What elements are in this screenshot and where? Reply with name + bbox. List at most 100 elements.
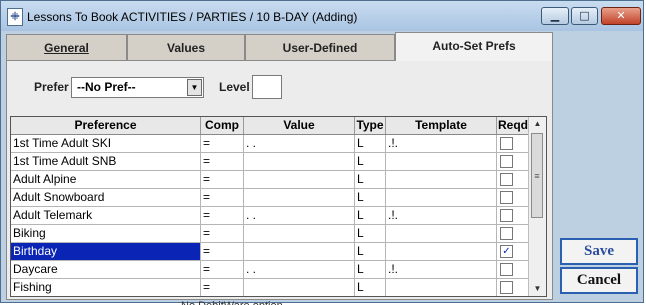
cell-comp[interactable]: = (201, 153, 244, 170)
reqd-checkbox[interactable]: ✓ (500, 245, 513, 258)
column-header-type[interactable]: Type (355, 117, 386, 134)
cell-reqd[interactable] (497, 153, 530, 170)
close-button[interactable]: ✕ (601, 7, 641, 25)
cell-reqd[interactable] (497, 171, 530, 188)
column-header-reqd[interactable]: Reqd (497, 117, 530, 134)
level-label: Level (219, 80, 250, 94)
save-button[interactable]: Save (560, 238, 638, 265)
cell-template[interactable]: .!. (386, 207, 497, 224)
cell-preference[interactable]: Biking (11, 225, 201, 242)
cell-value[interactable]: . . (244, 135, 355, 152)
cell-value[interactable] (244, 171, 355, 188)
cell-comp[interactable]: = (201, 135, 244, 152)
cell-template[interactable] (386, 153, 497, 170)
cell-comp[interactable]: = (201, 261, 244, 278)
column-header-comp[interactable]: Comp (201, 117, 244, 134)
cell-value[interactable] (244, 225, 355, 242)
cell-reqd[interactable] (497, 261, 530, 278)
column-header-template[interactable]: Template (386, 117, 497, 134)
cell-reqd[interactable] (497, 135, 530, 152)
chevron-down-icon[interactable]: ▼ (187, 79, 202, 96)
reqd-checkbox[interactable] (500, 227, 513, 240)
column-header-preference[interactable]: Preference (11, 117, 201, 134)
cell-preference[interactable]: Birthday (11, 243, 201, 260)
cell-type[interactable]: L (355, 189, 386, 206)
cell-preference[interactable]: Daycare (11, 261, 201, 278)
table-row[interactable]: Fishing = L (11, 279, 530, 296)
cell-reqd[interactable] (497, 207, 530, 224)
cell-value[interactable]: . . (244, 207, 355, 224)
table-row[interactable]: Birthday = L ✓ (11, 243, 530, 261)
cell-template[interactable] (386, 225, 497, 242)
grid-scrollbar[interactable]: ▲ ≡ ▼ (528, 117, 546, 296)
tab-values[interactable]: Values (127, 34, 245, 61)
cell-type[interactable]: L (355, 225, 386, 242)
tab-general-label: General (44, 41, 89, 55)
cell-preference[interactable]: Adult Alpine (11, 171, 201, 188)
cell-value[interactable] (244, 279, 355, 296)
table-row[interactable]: Adult Telemark =. . L.!. (11, 207, 530, 225)
cell-comp[interactable]: = (201, 279, 244, 296)
minimize-button[interactable]: ▁ (541, 7, 569, 25)
app-icon: ꔰ (7, 8, 23, 26)
table-row[interactable]: 1st Time Adult SKI =. . L.!. (11, 135, 530, 153)
cancel-button[interactable]: Cancel (560, 267, 638, 294)
cell-comp[interactable]: = (201, 225, 244, 242)
cell-template[interactable] (386, 279, 497, 296)
cell-preference[interactable]: 1st Time Adult SKI (11, 135, 201, 152)
reqd-checkbox[interactable] (500, 155, 513, 168)
cell-type[interactable]: L (355, 261, 386, 278)
cell-reqd[interactable] (497, 225, 530, 242)
cell-template[interactable] (386, 171, 497, 188)
table-row[interactable]: Adult Alpine = L (11, 171, 530, 189)
prefer-dropdown[interactable]: --No Pref-- ▼ (71, 77, 204, 98)
cell-type[interactable]: L (355, 171, 386, 188)
cell-type[interactable]: L (355, 243, 386, 260)
cell-reqd[interactable]: ✓ (497, 243, 530, 260)
cell-template[interactable] (386, 189, 497, 206)
reqd-checkbox[interactable] (500, 173, 513, 186)
reqd-checkbox[interactable] (500, 191, 513, 204)
table-row[interactable]: Adult Snowboard = L (11, 189, 530, 207)
table-row[interactable]: 1st Time Adult SNB = L (11, 153, 530, 171)
cell-comp[interactable]: = (201, 171, 244, 188)
scroll-up-arrow-icon[interactable]: ▲ (529, 117, 546, 131)
maximize-button[interactable]: □ (571, 7, 598, 25)
cell-reqd[interactable] (497, 189, 530, 206)
cell-type[interactable]: L (355, 153, 386, 170)
table-row[interactable]: Daycare =. . L.!. (11, 261, 530, 279)
cell-preference[interactable]: Adult Telemark (11, 207, 201, 224)
cell-template[interactable]: .!. (386, 135, 497, 152)
cell-value[interactable] (244, 189, 355, 206)
cell-comp[interactable]: = (201, 207, 244, 224)
tab-general[interactable]: General (6, 34, 127, 61)
cell-type[interactable]: L (355, 279, 386, 296)
level-input[interactable] (252, 75, 282, 99)
cell-value[interactable] (244, 243, 355, 260)
cell-value[interactable]: . . (244, 261, 355, 278)
cell-comp[interactable]: = (201, 189, 244, 206)
table-row[interactable]: Biking = L (11, 225, 530, 243)
column-header-value[interactable]: Value (244, 117, 355, 134)
scroll-thumb[interactable]: ≡ (531, 133, 543, 218)
cell-preference[interactable]: Fishing (11, 279, 201, 296)
reqd-checkbox[interactable] (500, 209, 513, 222)
cell-reqd[interactable] (497, 279, 530, 296)
cell-preference[interactable]: 1st Time Adult SNB (11, 153, 201, 170)
cell-template[interactable]: .!. (386, 261, 497, 278)
cell-value[interactable] (244, 153, 355, 170)
tab-auto-set-prefs[interactable]: Auto-Set Prefs (395, 32, 553, 61)
cell-comp[interactable]: = (201, 243, 244, 260)
reqd-checkbox[interactable] (500, 137, 513, 150)
cell-type[interactable]: L (355, 207, 386, 224)
title-bar[interactable]: ꔰ Lessons To Book ACTIVITIES / PARTIES /… (1, 1, 643, 31)
cell-preference[interactable]: Adult Snowboard (11, 189, 201, 206)
tab-user-defined-label: User-Defined (282, 41, 358, 55)
scroll-down-arrow-icon[interactable]: ▼ (529, 282, 546, 296)
tab-user-defined[interactable]: User-Defined (245, 34, 395, 61)
cell-template[interactable] (386, 243, 497, 260)
reqd-checkbox[interactable] (500, 281, 513, 294)
prefer-value: --No Pref-- (77, 80, 136, 94)
reqd-checkbox[interactable] (500, 263, 513, 276)
cell-type[interactable]: L (355, 135, 386, 152)
